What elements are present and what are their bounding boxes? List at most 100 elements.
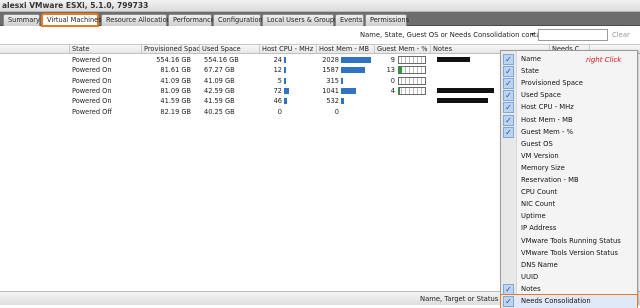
guest-mem-gauge <box>398 86 426 95</box>
filter-label: Name, State, Guest OS or Needs Consolida… <box>360 31 553 39</box>
menu-item-vm-version[interactable]: VM Version <box>501 150 637 163</box>
vm-state: Powered On <box>72 76 112 85</box>
vm-provisioned-space: 41.59 GB <box>160 97 191 106</box>
menu-item-provisioned-space[interactable]: ✓ Provisioned Space <box>501 77 637 90</box>
column-header-guest-mem[interactable]: Guest Mem - % <box>375 45 431 54</box>
checkmark-icon: ✓ <box>503 126 514 138</box>
menu-item-uuid[interactable]: UUID <box>501 271 637 284</box>
menu-item-label: Guest Mem - % <box>521 127 574 136</box>
vm-guest-mem: 9 <box>390 56 395 64</box>
vm-state: Powered On <box>72 86 112 95</box>
tab-virtual-machines[interactable]: Virtual Machines <box>42 14 102 26</box>
menu-item-host-cpu-mhz[interactable]: ✓ Host CPU - MHz <box>501 101 637 114</box>
mem-usage-bar <box>341 67 365 74</box>
vm-provisioned-space: 41.09 GB <box>160 76 191 85</box>
filter-bar: Name, State, Guest OS or Needs Consolida… <box>0 27 640 44</box>
notes-redacted <box>437 87 494 93</box>
menu-item-label: DNS Name <box>521 260 558 269</box>
tab-local-users-groups[interactable]: Local Users & Groups <box>262 14 338 26</box>
menu-item-label: State <box>521 67 539 76</box>
tab-resource-allocation[interactable]: Resource Allocation <box>101 14 171 26</box>
menu-item-ip-address[interactable]: IP Address <box>501 222 637 235</box>
menu-item-notes[interactable]: ✓ Notes <box>501 283 637 296</box>
annotation-label: right Click <box>586 56 622 64</box>
menu-item-guest-mem[interactable]: ✓ Guest Mem - % <box>501 126 637 139</box>
status-text: Name, Target or Status co <box>420 295 509 303</box>
guest-mem-gauge <box>398 66 426 75</box>
checkmark-icon: ✓ <box>503 296 514 307</box>
column-header-host-cpu[interactable]: Host CPU - MHz <box>260 45 317 54</box>
filter-dropdown-icon[interactable]: ▾ <box>531 31 534 38</box>
menu-item-reservation-mb[interactable]: Reservation - MB <box>501 174 637 187</box>
vm-state: Powered On <box>72 56 112 64</box>
menu-item-cpu-count[interactable]: CPU Count <box>501 186 637 199</box>
vm-guest-mem: 4 <box>390 86 395 95</box>
vm-state: Powered Off <box>72 107 112 116</box>
checkmark-icon: ✓ <box>503 102 514 114</box>
vm-provisioned-space: 81.61 GB <box>160 66 191 75</box>
vm-state: Powered On <box>72 97 112 106</box>
vm-host-cpu: 24 <box>273 56 282 64</box>
vm-host-mem: 315 <box>326 76 339 85</box>
mem-usage-bar <box>341 57 371 63</box>
cpu-usage-bar <box>284 77 286 84</box>
guest-mem-fill <box>399 67 402 74</box>
menu-item-label: NIC Count <box>521 200 556 209</box>
column-header-provisioned-space[interactable]: Provisioned Space <box>142 45 200 54</box>
vm-host-mem: 532 <box>326 97 339 106</box>
vm-guest-mem: 0 <box>390 76 395 85</box>
guest-mem-gauge <box>398 76 426 85</box>
tab-performance[interactable]: Performance <box>168 14 215 26</box>
vm-host-cpu: 46 <box>273 97 282 106</box>
menu-item-label: Notes <box>521 284 541 293</box>
guest-mem-gauge <box>398 56 426 64</box>
cpu-usage-bar <box>284 87 289 94</box>
menu-item-host-mem-mb[interactable]: ✓ Host Mem - MB <box>501 114 637 127</box>
vm-used-space: 67.27 GB <box>204 66 235 75</box>
mem-usage-bar <box>341 87 356 94</box>
column-header-used-space[interactable]: Used Space <box>200 45 260 54</box>
tab-configuration[interactable]: Configuration <box>213 14 263 26</box>
vm-provisioned-space: 82.19 GB <box>160 107 191 116</box>
menu-item-label: UUID <box>521 272 539 281</box>
filter-input[interactable] <box>538 29 608 41</box>
menu-item-vmware-tools-running-status[interactable]: VMware Tools Running Status <box>501 235 637 248</box>
tab-bar: Summary Virtual Machines Resource Alloca… <box>0 12 640 26</box>
menu-item-label: VMware Tools Version Status <box>521 248 618 257</box>
checkmark-icon: ✓ <box>503 283 514 295</box>
menu-item-nic-count[interactable]: NIC Count <box>501 198 637 211</box>
column-header-host-mem[interactable]: Host Mem - MB <box>317 45 375 54</box>
tab-summary[interactable]: Summary <box>3 14 40 26</box>
cpu-usage-bar <box>284 67 286 74</box>
window-titlebar: alesxi VMware ESXi, 5.1.0, 799733 <box>0 0 640 12</box>
column-header-state[interactable]: State <box>70 45 142 54</box>
vm-used-space: 42.59 GB <box>204 86 235 95</box>
clear-link[interactable]: Clear <box>612 31 630 39</box>
menu-item-uptime[interactable]: Uptime <box>501 210 637 223</box>
tab-permissions[interactable]: Permissions <box>365 14 409 26</box>
menu-item-label: Reservation - MB <box>521 176 579 184</box>
mem-usage-bar <box>341 98 344 105</box>
menu-item-vmware-tools-version-status[interactable]: VMware Tools Version Status <box>501 247 637 260</box>
menu-item-label: Needs Consolidation <box>521 297 591 305</box>
vm-host-cpu: 0 <box>277 107 282 116</box>
menu-item-label: Provisioned Space <box>521 79 583 88</box>
menu-item-guest-os[interactable]: Guest OS <box>501 138 637 151</box>
menu-item-memory-size[interactable]: Memory Size <box>501 162 637 175</box>
vm-used-space: 41.09 GB <box>204 76 235 85</box>
vm-host-cpu: 12 <box>273 66 282 75</box>
menu-item-dns-name[interactable]: DNS Name <box>501 259 637 272</box>
menu-item-state[interactable]: ✓ State <box>501 65 637 78</box>
checkmark-icon: ✓ <box>503 78 514 90</box>
menu-item-label: Guest OS <box>521 139 553 148</box>
menu-item-label: CPU Count <box>521 188 558 197</box>
menu-item-used-space[interactable]: ✓ Used Space <box>501 89 637 102</box>
vm-host-mem: 1587 <box>322 66 339 75</box>
column-header-name[interactable] <box>0 45 70 54</box>
guest-mem-fill <box>399 87 400 94</box>
menu-item-needs-consolidation[interactable]: ✓ Needs Consolidation <box>500 294 638 308</box>
column-chooser-menu: ✓ Name ✓ State ✓ Provisioned Space ✓ Used Space… <box>500 50 638 308</box>
tab-events[interactable]: Events <box>335 14 364 26</box>
vm-guest-mem: 13 <box>386 66 395 75</box>
vm-used-space: 554.16 GB <box>204 56 239 64</box>
